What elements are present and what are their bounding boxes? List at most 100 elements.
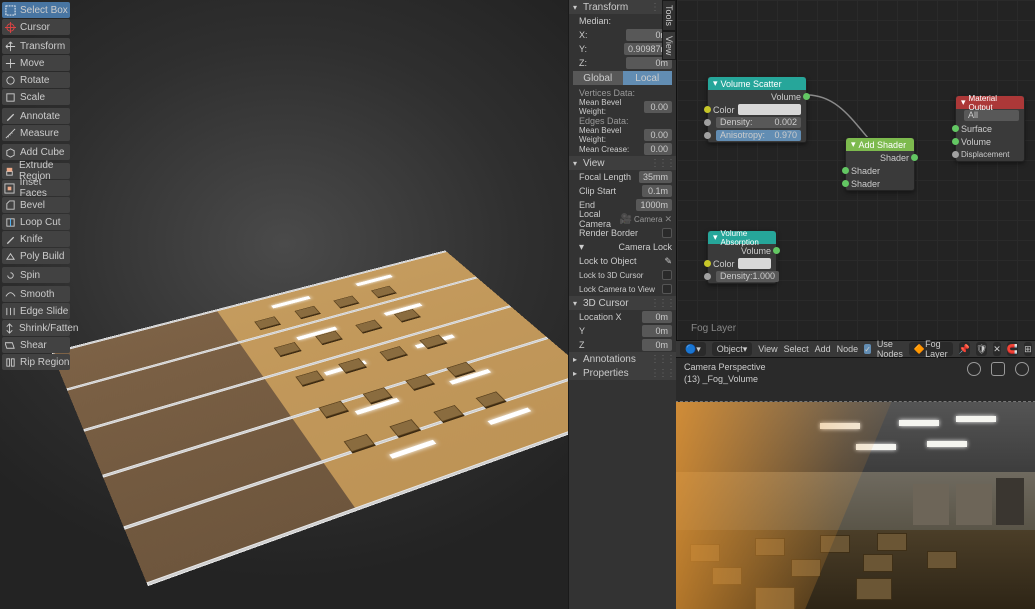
- node-editor[interactable]: ▾Volume Scatter Volume Color Density:0.0…: [676, 0, 1035, 340]
- tool-inset[interactable]: Inset Faces: [2, 180, 70, 196]
- localcam-value[interactable]: Camera: [634, 215, 662, 224]
- aniso-field[interactable]: Anisotropy:0.970: [716, 130, 801, 141]
- menu-select[interactable]: Select: [784, 344, 809, 354]
- node-header[interactable]: ▾Volume Scatter: [708, 77, 806, 90]
- tool-move[interactable]: Move: [2, 55, 70, 71]
- node-add-shader[interactable]: ▾Add Shader Shader Shader Shader: [845, 137, 915, 191]
- orbit-gizmo[interactable]: [967, 362, 981, 376]
- tab-view[interactable]: View: [662, 31, 676, 60]
- color-swatch[interactable]: [738, 258, 771, 269]
- camera-lock-subheader[interactable]: ▾Camera Lock: [569, 240, 676, 254]
- snap-icon[interactable]: 🧲: [1007, 342, 1018, 356]
- tool-spin[interactable]: Spin: [2, 267, 70, 283]
- panel-annotations-header[interactable]: ▸Annotations⋮⋮⋮: [569, 352, 676, 366]
- zoom-gizmo[interactable]: [1015, 362, 1029, 376]
- density-field[interactable]: Density:0.002: [716, 117, 801, 128]
- tool-rotate[interactable]: Rotate: [2, 72, 70, 88]
- mbw2-field[interactable]: 0.00: [644, 129, 672, 141]
- panel-3dcursor-header[interactable]: ▾3D Cursor⋮⋮⋮: [569, 296, 676, 310]
- crease-field[interactable]: 0.00: [644, 143, 672, 155]
- socket-density[interactable]: [704, 273, 711, 280]
- tool-edgeslide[interactable]: Edge Slide: [2, 303, 70, 319]
- tool-select-box[interactable]: Select Box: [2, 2, 70, 18]
- density-field[interactable]: Density:1.000: [716, 271, 779, 282]
- focal-field[interactable]: 35mm: [639, 171, 672, 183]
- renderborder-checkbox[interactable]: [662, 228, 672, 238]
- tool-shear[interactable]: Shear: [2, 337, 70, 353]
- socket-surface[interactable]: [952, 125, 959, 132]
- grip-icon[interactable]: ⋮⋮⋮: [650, 368, 674, 379]
- mbw-field[interactable]: 0.00: [644, 101, 672, 113]
- tool-bevel[interactable]: Bevel: [2, 197, 70, 213]
- panel-properties-header[interactable]: ▸Properties⋮⋮⋮: [569, 366, 676, 380]
- target-field[interactable]: All: [964, 110, 1019, 121]
- socket-out[interactable]: [803, 93, 810, 100]
- socket-aniso[interactable]: [704, 132, 711, 139]
- node-volume-absorption[interactable]: ▾Volume Absorption Volume Color Density:…: [707, 230, 777, 284]
- lockcamview-checkbox[interactable]: [662, 284, 672, 294]
- tool-smooth[interactable]: Smooth: [2, 286, 70, 302]
- cursor-z-field[interactable]: 0m: [642, 339, 672, 351]
- viewport-3d-main[interactable]: [0, 0, 568, 609]
- space-global[interactable]: Global: [573, 71, 623, 85]
- tool-transform[interactable]: Transform: [2, 38, 70, 54]
- node-header[interactable]: ▾Add Shader: [846, 138, 914, 151]
- eyedropper-icon[interactable]: ✎: [664, 256, 672, 267]
- x-icon[interactable]: ✕: [993, 342, 1001, 356]
- grip-icon[interactable]: ⋮⋮⋮: [650, 354, 674, 365]
- socket-color[interactable]: [704, 106, 711, 113]
- tool-polybuild[interactable]: Poly Build: [2, 248, 70, 264]
- tool-label: Spin: [20, 270, 40, 281]
- node-header[interactable]: ▾Material Output: [956, 96, 1024, 109]
- socket-volume[interactable]: [952, 138, 959, 145]
- viewport-camera[interactable]: Camera Perspective (13) _Fog_Volume: [676, 358, 1035, 609]
- tool-annotate[interactable]: Annotate: [2, 108, 70, 124]
- socket-disp[interactable]: [952, 151, 959, 158]
- node-header[interactable]: ▾Volume Absorption: [708, 231, 776, 244]
- menu-node[interactable]: Node: [837, 344, 859, 354]
- panel-view-header[interactable]: ▾View⋮⋮⋮: [569, 156, 676, 170]
- menu-view[interactable]: View: [758, 344, 777, 354]
- pin-icon[interactable]: 📌: [959, 342, 970, 356]
- tool-measure[interactable]: Measure: [2, 125, 70, 141]
- panel-transform-header[interactable]: ▾Transform⋮⋮⋮: [569, 0, 676, 14]
- grip-icon[interactable]: ⋮⋮⋮: [650, 158, 674, 169]
- cursor-y-field[interactable]: 0m: [642, 325, 672, 337]
- menu-add[interactable]: Add: [815, 344, 831, 354]
- tool-loopcut[interactable]: Loop Cut: [2, 214, 70, 230]
- shield-icon[interactable]: 🛡: [976, 342, 987, 356]
- tool-scale[interactable]: Scale: [2, 89, 70, 105]
- tool-add-cube[interactable]: Add Cube: [2, 144, 70, 160]
- transform-space-toggle[interactable]: Global Local: [573, 71, 672, 85]
- tab-tools[interactable]: Tools: [662, 0, 676, 31]
- socket-out[interactable]: [911, 154, 918, 161]
- editor-type-dropdown[interactable]: 🔵▾: [680, 342, 706, 356]
- overlay-icon[interactable]: ⊞: [1024, 342, 1032, 356]
- in-shader1: Shader: [851, 166, 880, 176]
- color-swatch[interactable]: [738, 104, 801, 115]
- socket-shader2[interactable]: [842, 180, 849, 187]
- space-local[interactable]: Local: [623, 71, 673, 85]
- lock3dc-checkbox[interactable]: [662, 270, 672, 280]
- clipstart-field[interactable]: 0.1m: [642, 185, 672, 197]
- tool-rip[interactable]: Rip Region: [2, 354, 70, 370]
- socket-color[interactable]: [704, 260, 711, 267]
- mode-dropdown[interactable]: Object ▾: [712, 342, 753, 356]
- tool-knife[interactable]: Knife: [2, 231, 70, 247]
- grip-icon[interactable]: ⋮⋮⋮: [650, 298, 674, 309]
- cursor-x-field[interactable]: 0m: [642, 311, 672, 323]
- tool-shrinkfatten[interactable]: Shrink/Fatten: [2, 320, 70, 336]
- tool-cursor[interactable]: Cursor: [2, 19, 70, 35]
- socket-shader1[interactable]: [842, 167, 849, 174]
- pan-gizmo[interactable]: [991, 362, 1005, 376]
- use-nodes-checkbox[interactable]: ✓: [864, 344, 871, 354]
- move-icon: [4, 57, 16, 69]
- socket-out[interactable]: [773, 247, 780, 254]
- in-shader2: Shader: [851, 179, 880, 189]
- material-selector[interactable]: 🔶 Fog Layer: [909, 342, 953, 356]
- clipend-field[interactable]: 1000m: [636, 199, 672, 211]
- node-volume-scatter[interactable]: ▾Volume Scatter Volume Color Density:0.0…: [707, 76, 807, 143]
- socket-density[interactable]: [704, 119, 711, 126]
- clear-camera-button[interactable]: ✕: [664, 214, 672, 225]
- node-material-output[interactable]: ▾Material Output All Surface Volume Disp…: [955, 95, 1025, 162]
